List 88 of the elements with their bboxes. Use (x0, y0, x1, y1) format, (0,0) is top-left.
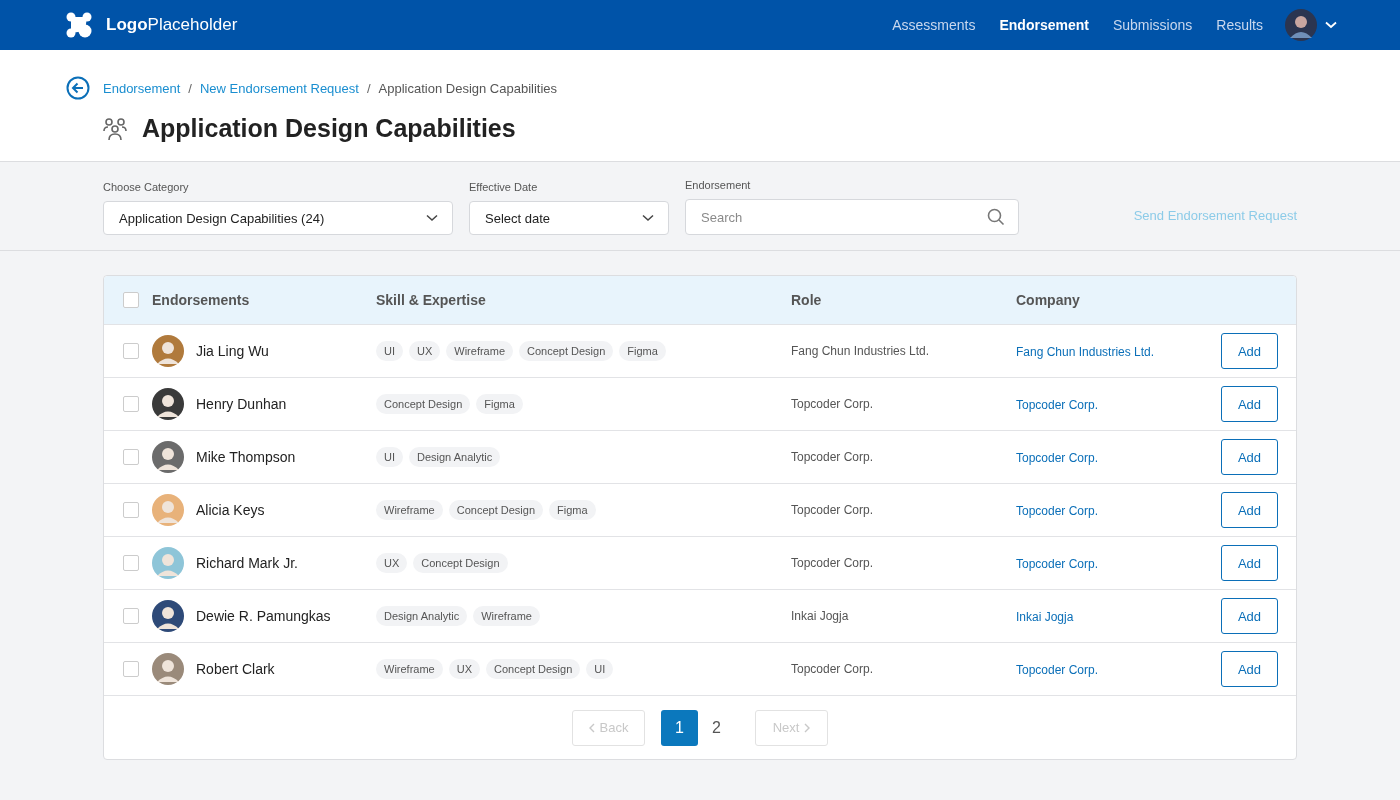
field-label: Effective Date (469, 181, 539, 193)
skill-tag: UI (376, 447, 403, 467)
add-button[interactable]: Add (1221, 598, 1278, 634)
add-button[interactable]: Add (1221, 333, 1278, 369)
column-header: Role (791, 292, 823, 308)
add-button[interactable]: Add (1221, 651, 1278, 687)
person-name: Henry Dunhan (196, 396, 287, 412)
person-name: Robert Clark (196, 661, 275, 677)
skill-tag: UX (409, 341, 441, 361)
column-header: Skill & Expertise (376, 292, 487, 308)
search-field[interactable]: Search (685, 199, 1019, 235)
checkbox[interactable] (123, 608, 139, 624)
chevron-down-icon (426, 214, 438, 222)
skill-tag: UX (448, 659, 480, 679)
skill-tag: Figma (476, 394, 523, 414)
nav-link[interactable]: Endorsement (999, 17, 1089, 33)
breadcrumb-link[interactable]: New Endorsement Request (199, 80, 359, 96)
checkbox[interactable] (123, 292, 139, 308)
add-button[interactable]: Add (1221, 439, 1278, 475)
chevron-right-icon (804, 722, 811, 733)
checkbox[interactable] (123, 343, 139, 359)
page-button[interactable]: 2 (698, 709, 735, 746)
add-button[interactable]: Add (1221, 492, 1278, 528)
skill-tag: Design Analytic (376, 606, 468, 626)
breadcrumb-current: Application Design Capabilities (378, 80, 558, 96)
skill-tag: Wireframe (473, 606, 540, 626)
skill-tag: Figma (549, 500, 596, 520)
table-cell-text: Topcoder Corp. (791, 503, 875, 517)
skill-tag: Concept Design (486, 659, 581, 679)
skill-tag: Concept Design (376, 394, 471, 414)
company-link[interactable]: Fang Chun Industries Ltd. (1016, 345, 1155, 359)
field-label: Endorsement (685, 179, 752, 191)
company-link[interactable]: Topcoder Corp. (1016, 398, 1099, 412)
checkbox[interactable] (123, 396, 139, 412)
column-header: Company (1016, 292, 1081, 308)
skill-tag: Wireframe (446, 341, 513, 361)
checkbox[interactable] (123, 661, 139, 677)
nav-link[interactable]: Assessments (892, 17, 976, 33)
company-link[interactable]: Topcoder Corp. (1016, 663, 1099, 677)
checkbox[interactable] (123, 555, 139, 571)
person-name: Richard Mark Jr. (196, 555, 298, 571)
chevron-down-icon (642, 214, 654, 222)
skill-tag: Wireframe (376, 659, 443, 679)
company-link[interactable]: Inkai Jogja (1016, 610, 1074, 624)
table-cell-text: Inkai Jogja (791, 609, 850, 623)
chevron-down-icon[interactable] (1325, 21, 1337, 29)
column-header: Endorsements (152, 292, 251, 308)
nav-link[interactable]: Results (1216, 17, 1263, 33)
add-button[interactable]: Add (1221, 545, 1278, 581)
nav-link[interactable]: Submissions (1112, 17, 1193, 33)
field-label: Choose Category (103, 181, 190, 193)
skill-tag: Concept Design (413, 553, 508, 573)
people-icon (102, 115, 128, 142)
skill-tag: UX (376, 553, 408, 573)
skill-tag: Wireframe (376, 500, 443, 520)
page-button[interactable]: 1 (661, 709, 698, 746)
chevron-left-icon (588, 722, 595, 733)
search-icon[interactable] (987, 208, 1005, 226)
person-name: Jia Ling Wu (196, 343, 269, 359)
breadcrumb-link[interactable]: Endorsement (103, 80, 181, 96)
add-button[interactable]: Add (1221, 386, 1278, 422)
logo-icon (66, 12, 92, 38)
company-link[interactable]: Topcoder Corp. (1016, 451, 1099, 465)
table-cell-text: Topcoder Corp. (791, 662, 875, 676)
company-link[interactable]: Topcoder Corp. (1016, 557, 1099, 571)
table-cell-text: Topcoder Corp. (791, 397, 875, 411)
category-select[interactable]: Application Design Capabilities (24) (103, 201, 453, 235)
user-avatar-icon[interactable] (1285, 9, 1317, 41)
company-link[interactable]: Topcoder Corp. (1016, 504, 1099, 518)
skill-tag: Design Analytic (409, 447, 501, 467)
skill-tag: Concept Design (519, 341, 614, 361)
person-name: Alicia Keys (196, 502, 265, 518)
breadcrumb-separator: / (188, 80, 192, 96)
table-cell-text: Topcoder Corp. (791, 450, 875, 464)
page-title: Application Design Capabilities (142, 114, 516, 143)
person-name: Mike Thompson (196, 449, 296, 465)
breadcrumb-separator: / (366, 80, 371, 96)
logo-text: LogoPlaceholder (106, 15, 238, 35)
person-name: Dewie R. Pamungkas (196, 608, 331, 624)
skill-tag: Concept Design (448, 500, 543, 520)
table-cell-text: Topcoder Corp. (791, 556, 875, 570)
checkbox[interactable] (123, 449, 139, 465)
table-cell-text: Fang Chun Industries Ltd. (791, 344, 931, 358)
skill-tag: UI (586, 659, 614, 679)
skill-tag: UI (376, 341, 403, 361)
checkbox[interactable] (123, 502, 139, 518)
date-select[interactable]: Select date (469, 201, 669, 235)
skill-tag: Figma (619, 341, 666, 361)
